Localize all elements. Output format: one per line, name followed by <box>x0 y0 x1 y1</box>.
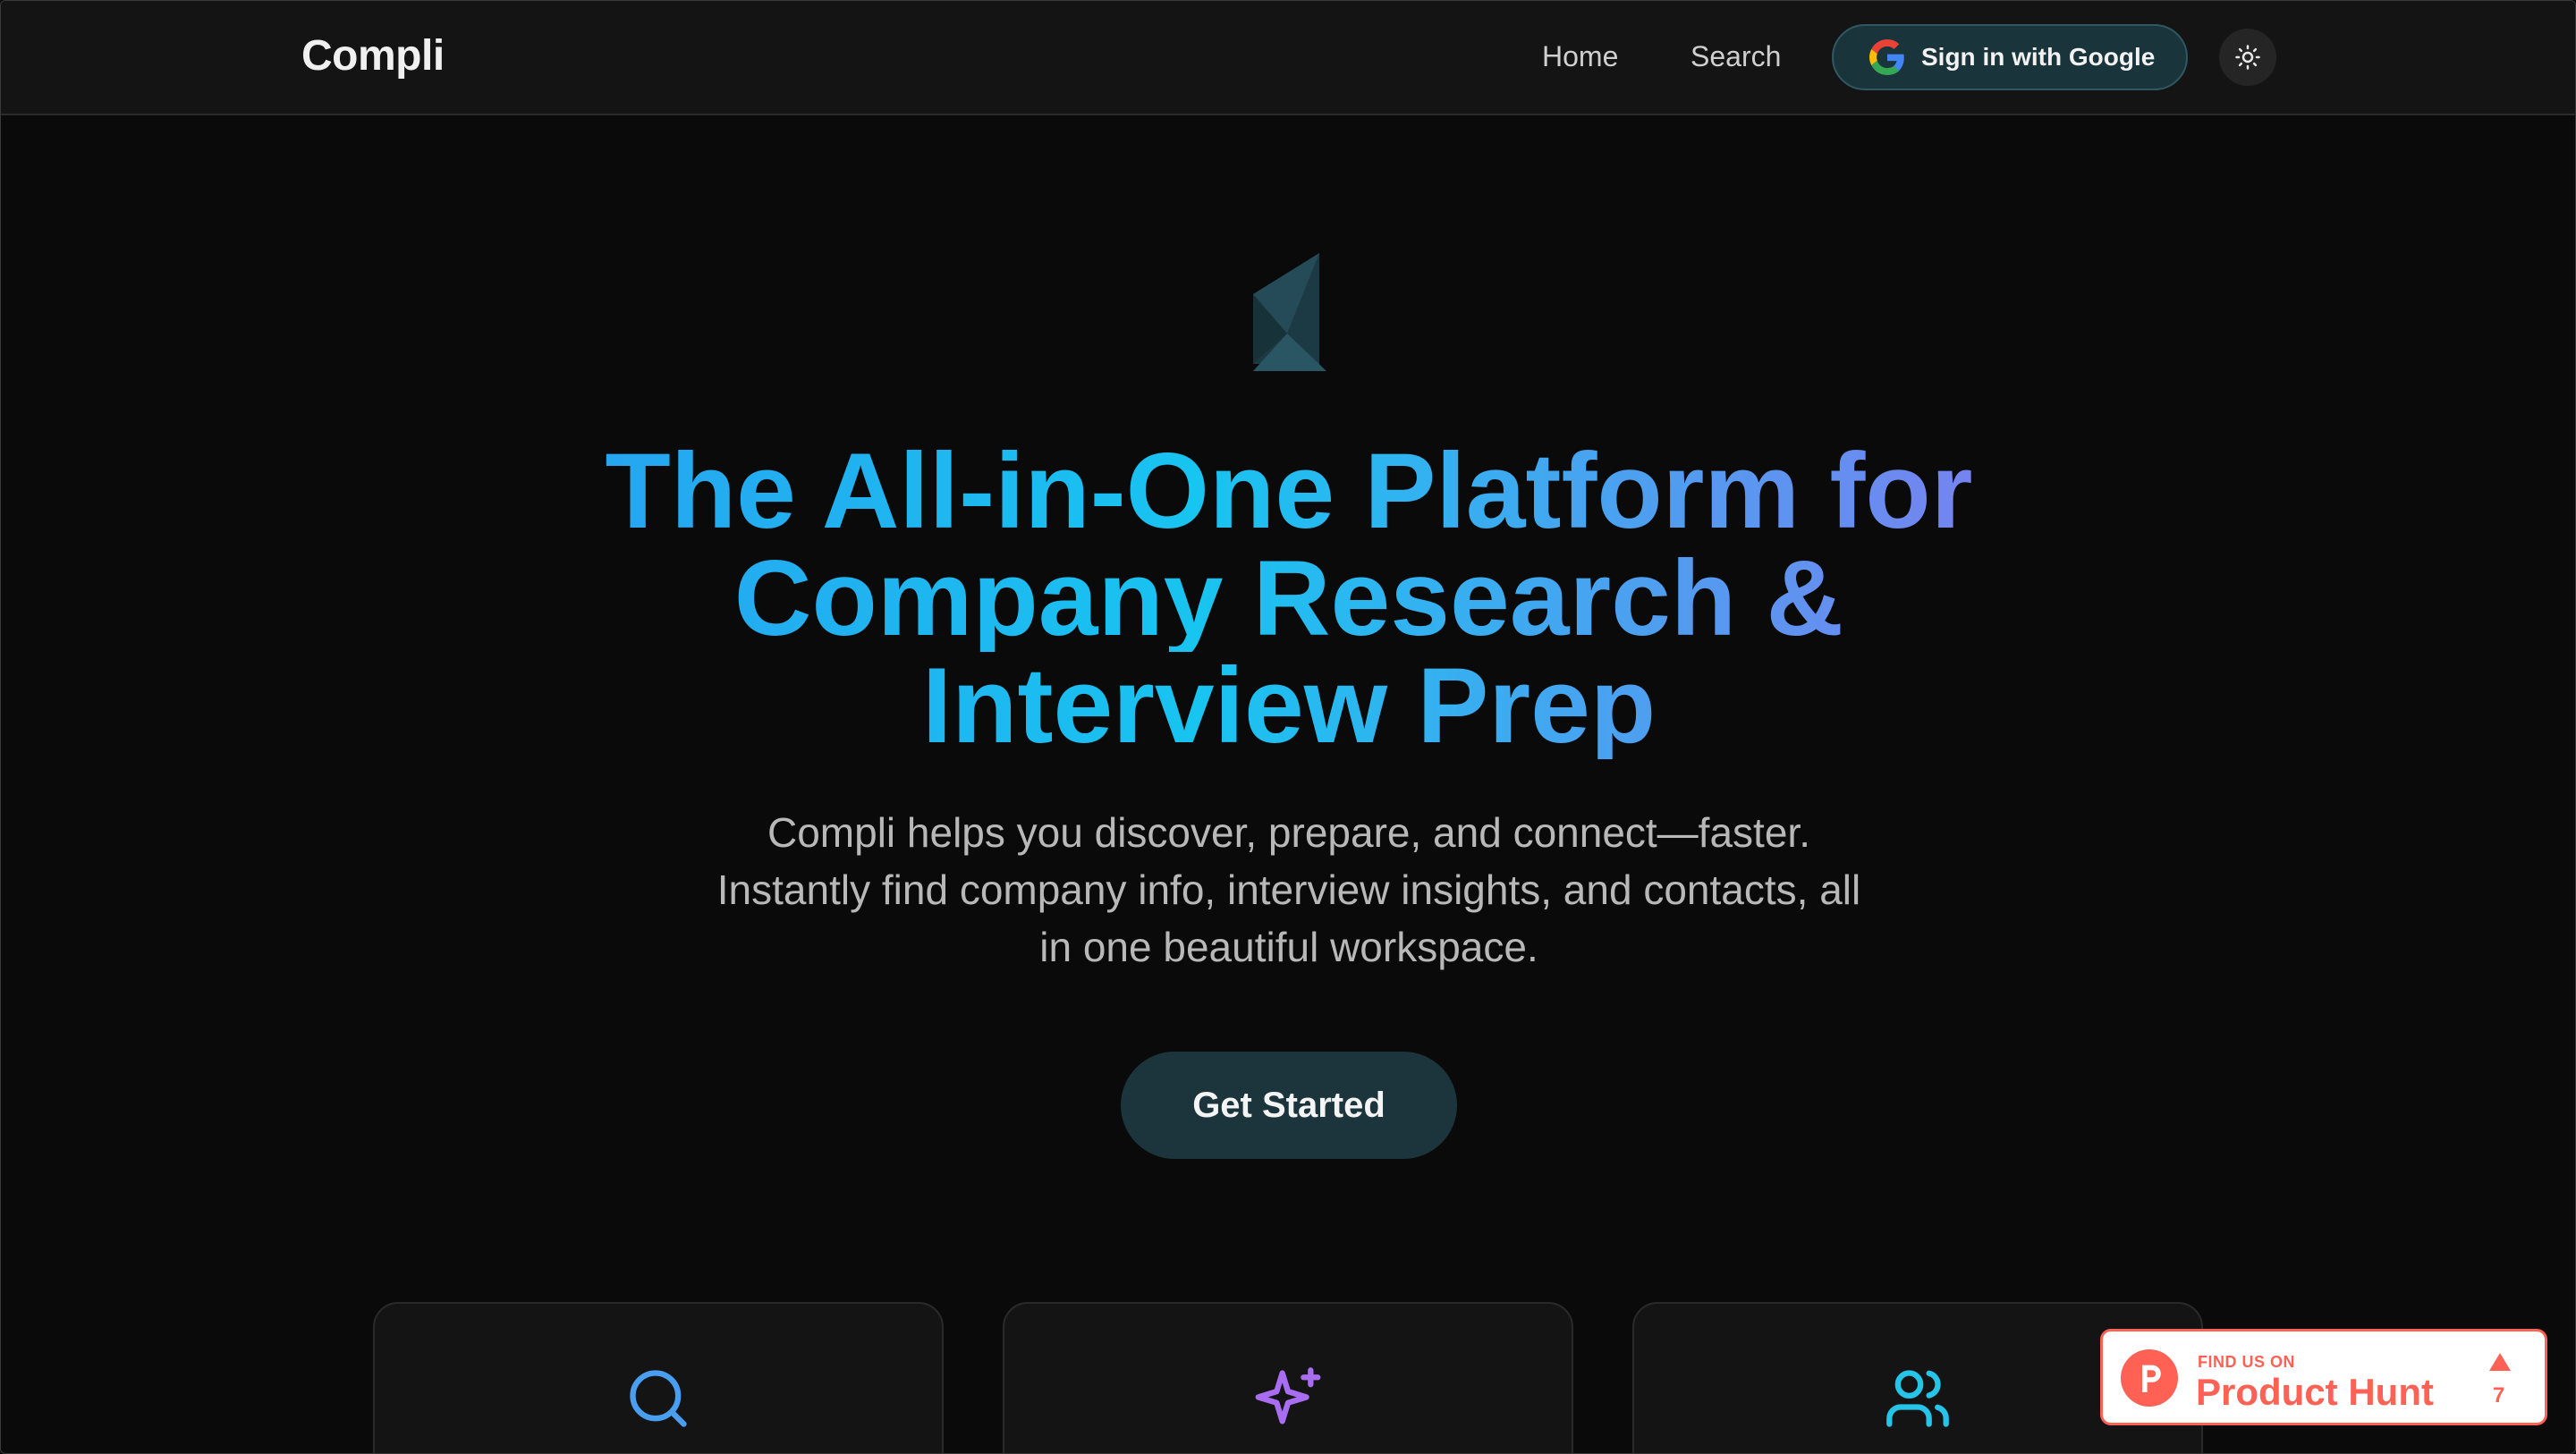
subtext-line-2: Instantly find company info, interview i… <box>716 866 1861 913</box>
top-navbar: Compli Home Search Sign in with Google <box>1 1 2575 115</box>
sign-in-google-button[interactable]: Sign in with Google <box>1832 24 2188 90</box>
headline-line-3: Interview Prep <box>394 652 2183 759</box>
nav-home-link[interactable]: Home <box>1542 40 1618 73</box>
feature-card-ai <box>1003 1302 1573 1453</box>
product-hunt-name: Product Hunt <box>2196 1371 2434 1413</box>
nav-search-link[interactable]: Search <box>1690 40 1781 73</box>
theme-toggle-button[interactable] <box>2219 29 2276 86</box>
upvote-count: 7 <box>2493 1383 2505 1408</box>
app-window: Compli Home Search Sign in with Google T… <box>0 0 2576 1454</box>
sparkles-icon <box>1255 1367 1321 1424</box>
feature-card-search <box>373 1302 944 1453</box>
google-icon <box>1869 39 1904 75</box>
product-hunt-logo-icon <box>2121 1349 2178 1407</box>
headline-line-1: The All-in-One Platform for <box>394 437 2183 545</box>
product-hunt-tagline: FIND US ON <box>2198 1353 2296 1371</box>
hero-headline: The All-in-One Platform for Company Rese… <box>394 437 2183 759</box>
hero-subtext: Compli helps you discover, prepare, and … <box>663 804 1915 976</box>
sun-icon <box>2235 45 2260 70</box>
users-icon <box>1886 1370 1949 1427</box>
brand-logo-text[interactable]: Compli <box>301 31 445 80</box>
upvote-arrow-icon <box>2489 1353 2511 1371</box>
sign-in-label: Sign in with Google <box>1921 43 2156 71</box>
search-icon <box>630 1370 687 1427</box>
subtext-line-1: Compli helps you discover, prepare, and … <box>767 809 1810 856</box>
product-hunt-badge[interactable]: FIND US ON Product Hunt 7 <box>2100 1329 2547 1425</box>
get-started-button[interactable]: Get Started <box>1121 1052 1457 1159</box>
headline-line-2: Company Research & <box>394 545 2183 652</box>
compli-logo-icon <box>1253 253 1326 371</box>
subtext-line-3: in one beautiful workspace. <box>1039 924 1538 970</box>
